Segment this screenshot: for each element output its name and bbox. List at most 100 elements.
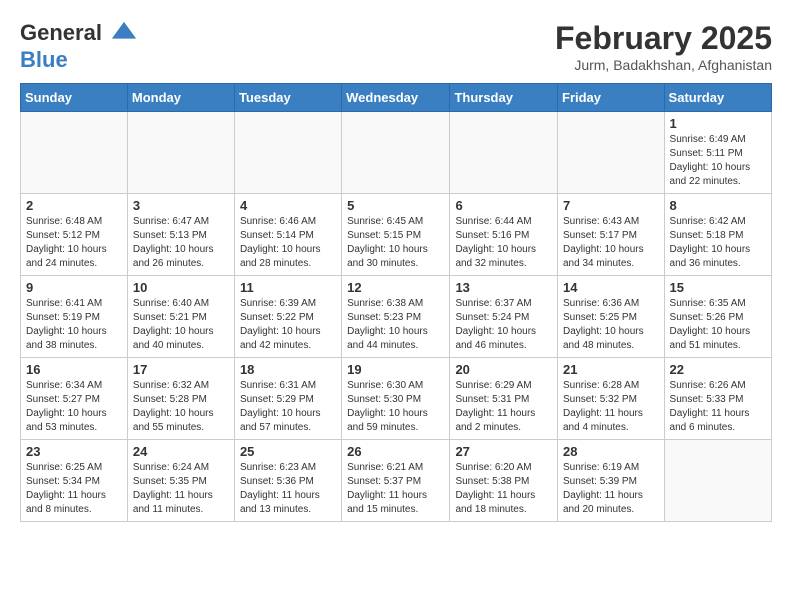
calendar-cell: 11 Sunrise: 6:39 AM Sunset: 5:22 PM Dayli…: [234, 276, 341, 358]
day-info: Sunrise: 6:31 AM Sunset: 5:29 PM Dayligh…: [240, 379, 336, 435]
day-info: Sunrise: 6:46 AM Sunset: 5:14 PM Dayligh…: [240, 215, 336, 271]
day-info: Sunrise: 6:47 AM Sunset: 5:13 PM Dayligh…: [133, 215, 229, 271]
weekday-header-tuesday: Tuesday: [234, 84, 341, 112]
day-number: 28: [563, 444, 659, 459]
calendar-cell: 4 Sunrise: 6:46 AM Sunset: 5:14 PM Daylig…: [234, 194, 341, 276]
day-number: 27: [455, 444, 552, 459]
calendar-cell: 6Sunrise: 6:44 AM Sunset: 5:16 PM Daylig…: [450, 194, 558, 276]
calendar-cell: 1Sunrise: 6:49 AM Sunset: 5:11 PM Daylig…: [664, 112, 771, 194]
weekday-header-wednesday: Wednesday: [342, 84, 450, 112]
calendar-cell: 2 Sunrise: 6:48 AM Sunset: 5:12 PM Daylig…: [21, 194, 128, 276]
title-block: February 2025 Jurm, Badakhshan, Afghanis…: [555, 20, 772, 73]
week-row-1: 1Sunrise: 6:49 AM Sunset: 5:11 PM Daylig…: [21, 112, 772, 194]
week-row-4: 16Sunrise: 6:34 AM Sunset: 5:27 PM Dayli…: [21, 358, 772, 440]
calendar-cell: 15 Sunrise: 6:35 AM Sunset: 5:26 PM Dayli…: [664, 276, 771, 358]
day-info: Sunrise: 6:40 AM Sunset: 5:21 PM Dayligh…: [133, 297, 229, 353]
day-info: Sunrise: 6:35 AM Sunset: 5:26 PM Dayligh…: [670, 297, 766, 353]
calendar-cell: 14Sunrise: 6:36 AM Sunset: 5:25 PM Dayli…: [558, 276, 665, 358]
calendar-cell: 24 Sunrise: 6:24 AM Sunset: 5:35 PM Dayli…: [127, 440, 234, 522]
day-number: 10: [133, 280, 229, 295]
page-header: General Blue February 2025 Jurm, Badakhs…: [20, 20, 772, 73]
day-info: Sunrise: 6:42 AM Sunset: 5:18 PM Dayligh…: [670, 215, 766, 271]
month-title: February 2025: [555, 20, 772, 57]
calendar-cell: 10 Sunrise: 6:40 AM Sunset: 5:21 PM Dayli…: [127, 276, 234, 358]
day-number: 15: [670, 280, 766, 295]
weekday-header-row: SundayMondayTuesdayWednesdayThursdayFrid…: [21, 84, 772, 112]
calendar-cell: 25Sunrise: 6:23 AM Sunset: 5:36 PM Dayli…: [234, 440, 341, 522]
calendar-cell: 26 Sunrise: 6:21 AM Sunset: 5:37 PM Dayli…: [342, 440, 450, 522]
day-info: Sunrise: 6:32 AM Sunset: 5:28 PM Dayligh…: [133, 379, 229, 435]
weekday-header-thursday: Thursday: [450, 84, 558, 112]
day-info: Sunrise: 6:26 AM Sunset: 5:33 PM Dayligh…: [670, 379, 766, 435]
calendar-cell: 23 Sunrise: 6:25 AM Sunset: 5:34 PM Dayli…: [21, 440, 128, 522]
day-number: 4: [240, 198, 336, 213]
calendar-cell: 20 Sunrise: 6:29 AM Sunset: 5:31 PM Dayli…: [450, 358, 558, 440]
calendar-cell: 18 Sunrise: 6:31 AM Sunset: 5:29 PM Dayli…: [234, 358, 341, 440]
calendar-cell: 28 Sunrise: 6:19 AM Sunset: 5:39 PM Dayli…: [558, 440, 665, 522]
calendar-cell: 21Sunrise: 6:28 AM Sunset: 5:32 PM Dayli…: [558, 358, 665, 440]
day-number: 26: [347, 444, 444, 459]
day-number: 23: [26, 444, 122, 459]
calendar-cell: 5Sunrise: 6:45 AM Sunset: 5:15 PM Daylig…: [342, 194, 450, 276]
day-number: 20: [455, 362, 552, 377]
calendar-cell: 7 Sunrise: 6:43 AM Sunset: 5:17 PM Daylig…: [558, 194, 665, 276]
day-info: Sunrise: 6:24 AM Sunset: 5:35 PM Dayligh…: [133, 461, 229, 517]
day-info: Sunrise: 6:23 AM Sunset: 5:36 PM Dayligh…: [240, 461, 336, 517]
calendar-cell: [450, 112, 558, 194]
calendar-cell: [127, 112, 234, 194]
day-number: 9: [26, 280, 122, 295]
logo-icon: [110, 20, 138, 48]
day-info: Sunrise: 6:29 AM Sunset: 5:31 PM Dayligh…: [455, 379, 552, 435]
day-number: 2: [26, 198, 122, 213]
calendar-cell: 8 Sunrise: 6:42 AM Sunset: 5:18 PM Daylig…: [664, 194, 771, 276]
day-number: 17: [133, 362, 229, 377]
week-row-5: 23 Sunrise: 6:25 AM Sunset: 5:34 PM Dayli…: [21, 440, 772, 522]
location: Jurm, Badakhshan, Afghanistan: [555, 57, 772, 73]
day-number: 8: [670, 198, 766, 213]
day-number: 24: [133, 444, 229, 459]
weekday-header-sunday: Sunday: [21, 84, 128, 112]
calendar-cell: 17 Sunrise: 6:32 AM Sunset: 5:28 PM Dayli…: [127, 358, 234, 440]
day-info: Sunrise: 6:45 AM Sunset: 5:15 PM Dayligh…: [347, 215, 444, 271]
calendar-table: SundayMondayTuesdayWednesdayThursdayFrid…: [20, 83, 772, 522]
week-row-2: 2 Sunrise: 6:48 AM Sunset: 5:12 PM Daylig…: [21, 194, 772, 276]
day-info: Sunrise: 6:49 AM Sunset: 5:11 PM Dayligh…: [670, 133, 766, 189]
day-number: 3: [133, 198, 229, 213]
day-info: Sunrise: 6:30 AM Sunset: 5:30 PM Dayligh…: [347, 379, 444, 435]
day-info: Sunrise: 6:34 AM Sunset: 5:27 PM Dayligh…: [26, 379, 122, 435]
calendar-cell: 19 Sunrise: 6:30 AM Sunset: 5:30 PM Dayli…: [342, 358, 450, 440]
calendar-cell: [342, 112, 450, 194]
calendar-cell: 22 Sunrise: 6:26 AM Sunset: 5:33 PM Dayli…: [664, 358, 771, 440]
day-info: Sunrise: 6:41 AM Sunset: 5:19 PM Dayligh…: [26, 297, 122, 353]
day-info: Sunrise: 6:25 AM Sunset: 5:34 PM Dayligh…: [26, 461, 122, 517]
calendar-cell: 27 Sunrise: 6:20 AM Sunset: 5:38 PM Dayli…: [450, 440, 558, 522]
day-info: Sunrise: 6:37 AM Sunset: 5:24 PM Dayligh…: [455, 297, 552, 353]
day-number: 13: [455, 280, 552, 295]
day-number: 11: [240, 280, 336, 295]
day-number: 18: [240, 362, 336, 377]
day-number: 12: [347, 280, 444, 295]
day-info: Sunrise: 6:44 AM Sunset: 5:16 PM Dayligh…: [455, 215, 552, 271]
day-info: Sunrise: 6:19 AM Sunset: 5:39 PM Dayligh…: [563, 461, 659, 517]
calendar-cell: 16Sunrise: 6:34 AM Sunset: 5:27 PM Dayli…: [21, 358, 128, 440]
day-number: 7: [563, 198, 659, 213]
calendar-cell: 12 Sunrise: 6:38 AM Sunset: 5:23 PM Dayli…: [342, 276, 450, 358]
calendar-cell: [21, 112, 128, 194]
day-info: Sunrise: 6:28 AM Sunset: 5:32 PM Dayligh…: [563, 379, 659, 435]
weekday-header-friday: Friday: [558, 84, 665, 112]
weekday-header-monday: Monday: [127, 84, 234, 112]
calendar-cell: [558, 112, 665, 194]
day-info: Sunrise: 6:39 AM Sunset: 5:22 PM Dayligh…: [240, 297, 336, 353]
day-number: 19: [347, 362, 444, 377]
day-info: Sunrise: 6:48 AM Sunset: 5:12 PM Dayligh…: [26, 215, 122, 271]
calendar-cell: 13 Sunrise: 6:37 AM Sunset: 5:24 PM Dayli…: [450, 276, 558, 358]
calendar-cell: 9 Sunrise: 6:41 AM Sunset: 5:19 PM Daylig…: [21, 276, 128, 358]
day-info: Sunrise: 6:38 AM Sunset: 5:23 PM Dayligh…: [347, 297, 444, 353]
week-row-3: 9 Sunrise: 6:41 AM Sunset: 5:19 PM Daylig…: [21, 276, 772, 358]
day-info: Sunrise: 6:20 AM Sunset: 5:38 PM Dayligh…: [455, 461, 552, 517]
day-info: Sunrise: 6:21 AM Sunset: 5:37 PM Dayligh…: [347, 461, 444, 517]
logo: General Blue: [20, 20, 138, 72]
day-info: Sunrise: 6:43 AM Sunset: 5:17 PM Dayligh…: [563, 215, 659, 271]
calendar-cell: [234, 112, 341, 194]
day-number: 22: [670, 362, 766, 377]
